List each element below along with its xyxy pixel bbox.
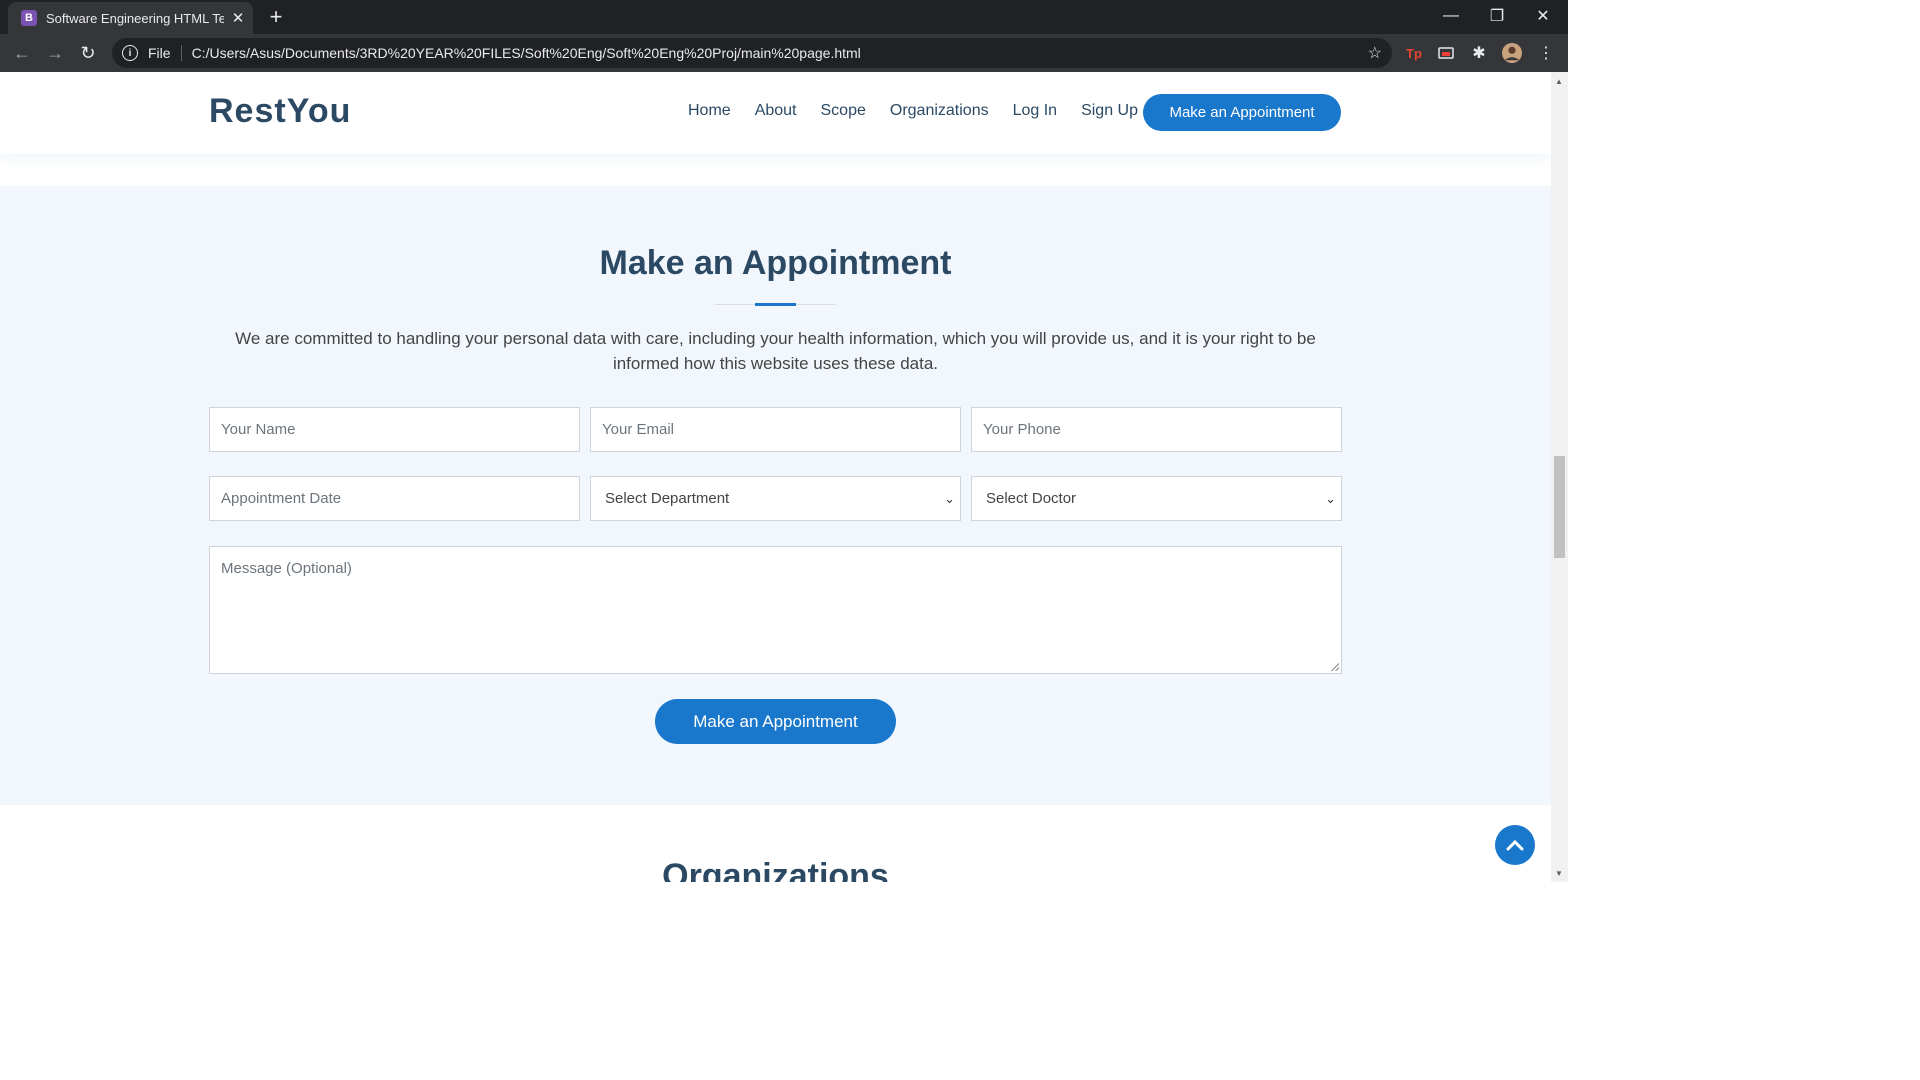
extension-tp-icon[interactable]: Tp xyxy=(1404,43,1424,63)
nav-login[interactable]: Log In xyxy=(1013,102,1057,120)
appointment-section: Make an Appointment We are committed to … xyxy=(0,186,1551,805)
site-header: RestYou Home About Scope Organizations L… xyxy=(0,72,1551,154)
doctor-selected-value: Select Doctor xyxy=(986,490,1077,507)
restore-icon[interactable]: ❐ xyxy=(1474,0,1520,32)
message-textarea[interactable]: Message (Optional) xyxy=(209,546,1342,674)
doctor-select[interactable]: Select Doctor ⌄ xyxy=(971,476,1342,521)
browser-tab-strip: B Software Engineering HTML Tem ✕ + — ❐ … xyxy=(0,0,1568,34)
extension-cast-icon[interactable] xyxy=(1436,43,1456,63)
chevron-down-icon: ⌄ xyxy=(944,491,955,506)
chevron-down-icon: ⌄ xyxy=(1325,491,1336,506)
main-nav: Home About Scope Organizations Log In Si… xyxy=(676,102,1150,120)
nav-scope[interactable]: Scope xyxy=(821,102,866,120)
info-icon[interactable]: i xyxy=(122,45,138,61)
extensions-puzzle-icon[interactable]: ✱ xyxy=(1469,43,1489,63)
section-description: We are committed to handling your person… xyxy=(235,329,1316,373)
nav-about[interactable]: About xyxy=(755,102,797,120)
page-scrollbar[interactable]: ▲ ▼ xyxy=(1551,72,1568,882)
nav-organizations[interactable]: Organizations xyxy=(890,102,989,120)
nav-home[interactable]: Home xyxy=(688,102,731,120)
title-underline-accent xyxy=(755,303,796,306)
email-input[interactable]: Your Email xyxy=(590,407,961,452)
scroll-up-arrow-icon[interactable]: ▲ xyxy=(1555,77,1563,86)
scroll-down-arrow-icon[interactable]: ▼ xyxy=(1555,869,1563,878)
department-selected-value: Select Department xyxy=(605,490,730,507)
new-tab-icon[interactable]: + xyxy=(265,6,287,28)
submit-appointment-button[interactable]: Make an Appointment xyxy=(655,699,896,744)
forward-icon[interactable]: → xyxy=(43,41,67,65)
message-placeholder: Message (Optional) xyxy=(221,560,352,577)
tab-title: Software Engineering HTML Tem xyxy=(46,10,224,26)
minimize-icon[interactable]: — xyxy=(1428,0,1474,32)
address-separator xyxy=(180,45,182,61)
section-title: Make an Appointment xyxy=(599,244,952,282)
bookmark-star-icon[interactable]: ☆ xyxy=(1368,43,1382,63)
resize-handle-icon[interactable] xyxy=(1331,663,1339,671)
url-text[interactable]: C:/Users/Asus/Documents/3RD%20YEAR%20FIL… xyxy=(192,45,861,61)
back-icon[interactable]: ← xyxy=(10,41,34,65)
bootstrap-favicon-icon: B xyxy=(21,10,37,26)
tab-close-icon[interactable]: ✕ xyxy=(228,9,248,27)
chevron-up-icon xyxy=(1506,839,1524,851)
scheme-label: File xyxy=(148,45,171,61)
appointment-date-input[interactable]: Appointment Date xyxy=(209,476,580,521)
browser-menu-icon[interactable]: ⋮ xyxy=(1536,43,1556,63)
page-viewport: RestYou Home About Scope Organizations L… xyxy=(0,72,1551,882)
organizations-section-title: Organizations xyxy=(662,857,889,882)
header-appointment-button[interactable]: Make an Appointment xyxy=(1143,94,1341,131)
browser-toolbar: ← → ↻ i File C:/Users/Asus/Documents/3RD… xyxy=(0,34,1568,72)
profile-avatar[interactable] xyxy=(1502,43,1522,63)
browser-tab[interactable]: B Software Engineering HTML Tem ✕ xyxy=(8,2,253,34)
department-select[interactable]: Select Department ⌄ xyxy=(590,476,961,521)
nav-signup[interactable]: Sign Up xyxy=(1081,102,1138,120)
back-to-top-button[interactable] xyxy=(1495,825,1535,865)
site-logo[interactable]: RestYou xyxy=(209,92,351,131)
scrollbar-thumb[interactable] xyxy=(1554,456,1565,558)
address-bar[interactable]: i File C:/Users/Asus/Documents/3RD%20YEA… xyxy=(112,38,1392,68)
close-window-icon[interactable]: ✕ xyxy=(1520,0,1566,32)
phone-input[interactable]: Your Phone xyxy=(971,407,1342,452)
reload-icon[interactable]: ↻ xyxy=(76,41,100,65)
name-input[interactable]: Your Name xyxy=(209,407,580,452)
